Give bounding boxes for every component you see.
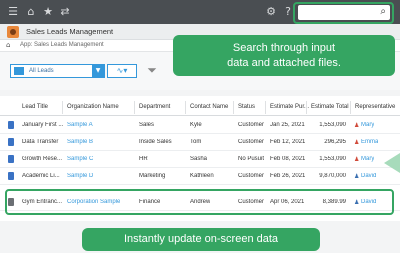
chevron-down-icon[interactable]: ▼ xyxy=(92,65,104,77)
line-graph-icon: ∿▾ xyxy=(116,66,128,75)
column-header[interactable]: Organization Name xyxy=(67,104,119,110)
cell-estimate-date: Feb 08, 2021 xyxy=(270,156,306,162)
cell-organization[interactable]: Sample D xyxy=(67,173,93,179)
user-icon: ♟ xyxy=(354,139,360,146)
cell-status: Customer xyxy=(238,122,265,128)
view-select-label: All Leads xyxy=(29,68,54,74)
cell-organization[interactable]: Sample B xyxy=(67,139,93,145)
cell-contact: Sasha xyxy=(190,156,208,162)
user-icon: ♟ xyxy=(354,156,360,163)
cell-representative[interactable]: David xyxy=(361,173,376,179)
table-row[interactable]: Data Transfer Sample B Inside Sales Tom … xyxy=(0,134,400,151)
cell-estimate-total: 296,295 xyxy=(324,139,346,145)
cell-department: Sales xyxy=(139,122,155,128)
menu-icon[interactable]: ☰ xyxy=(6,5,20,19)
cell-contact: Kyle xyxy=(190,122,202,128)
search-highlight-frame xyxy=(293,2,394,24)
app-title: Sales Leads Management xyxy=(26,27,114,36)
column-header[interactable]: Representative xyxy=(355,104,395,110)
app-icon xyxy=(7,26,19,38)
cell-estimate-date: Feb 12, 2021 xyxy=(270,139,306,145)
column-header[interactable]: Estimate Total xyxy=(311,104,349,110)
grid-view-icon xyxy=(14,67,24,75)
table-row[interactable]: Growth Rese... Sample C HR Sasha No Pusu… xyxy=(0,151,400,168)
cell-estimate-date: Feb 26, 2021 xyxy=(270,173,306,179)
table-row[interactable]: January First ... Sample A Sales Kyle Cu… xyxy=(0,117,400,134)
record-icon xyxy=(8,172,14,180)
view-select[interactable]: All Leads ▼ xyxy=(10,64,105,78)
cell-contact: Kathleen xyxy=(190,173,214,179)
cell-representative[interactable]: Mary xyxy=(361,156,374,162)
filter-button[interactable]: ⏷ xyxy=(144,62,160,78)
callout-pointer xyxy=(384,153,400,173)
column-header[interactable]: Estimate Pur... xyxy=(270,104,309,110)
cell-department: HR xyxy=(139,156,148,162)
column-divider[interactable] xyxy=(233,101,234,114)
search-callout-line1: Search through input xyxy=(232,42,336,54)
cell-representative[interactable]: Emma xyxy=(361,139,378,145)
cell-estimate-total: 9,870,000 xyxy=(319,173,346,179)
record-icon xyxy=(8,138,14,146)
star-icon[interactable]: ★ xyxy=(41,5,55,19)
update-highlight-frame xyxy=(5,189,394,215)
cell-organization[interactable]: Sample C xyxy=(67,156,93,162)
cell-lead-title: Growth Rese... xyxy=(22,156,63,162)
update-callout: Instantly update on-screen data xyxy=(82,228,320,251)
cell-organization[interactable]: Sample A xyxy=(67,122,93,128)
search-callout: Search through input data and attached f… xyxy=(173,35,395,76)
cell-lead-title: Academic Li... xyxy=(22,173,60,179)
cell-department: Marketing xyxy=(139,173,166,179)
breadcrumb-app-link[interactable]: App: Sales Leads Management xyxy=(20,42,104,48)
graph-button[interactable]: ∿▾ xyxy=(107,64,137,78)
column-divider[interactable] xyxy=(134,101,135,114)
cell-estimate-date: Jan 25, 2021 xyxy=(270,122,305,128)
filter-icon: ⏷ xyxy=(147,63,157,77)
cell-lead-title: Data Transfer xyxy=(22,139,59,145)
cell-estimate-total: 1,553,090 xyxy=(319,156,346,162)
record-icon xyxy=(8,155,14,163)
cell-lead-title: January First ... xyxy=(22,122,64,128)
gear-icon[interactable]: ⚙ xyxy=(264,5,278,19)
table-row[interactable]: Academic Li... Sample D Marketing Kathle… xyxy=(0,168,400,185)
table-header: Lead Title Organization Name Department … xyxy=(0,98,400,116)
column-divider[interactable] xyxy=(265,101,266,114)
cell-status: Customer xyxy=(238,139,265,145)
column-header[interactable]: Lead Title xyxy=(22,104,48,110)
column-header[interactable]: Contact Name xyxy=(190,104,228,110)
column-header[interactable]: Department xyxy=(139,104,170,110)
column-divider[interactable] xyxy=(306,101,307,114)
column-divider[interactable] xyxy=(62,101,63,114)
cell-representative[interactable]: Mary xyxy=(361,122,374,128)
user-icon: ♟ xyxy=(354,122,360,129)
search-callout-line2: data and attached files. xyxy=(227,57,341,69)
app-window: ☰ ⌂ ★ ⇄ ⚙ ? ⌕ Sales Leads Management ⌂ A… xyxy=(0,0,400,253)
cell-department: Inside Sales xyxy=(139,139,172,145)
cell-contact: Tom xyxy=(190,139,202,145)
cell-estimate-total: 1,553,090 xyxy=(319,122,346,128)
breadcrumb-home-icon[interactable]: ⌂ xyxy=(6,41,10,49)
home-icon[interactable]: ⌂ xyxy=(24,5,38,19)
record-icon xyxy=(8,121,14,129)
cell-status: Customer xyxy=(238,173,265,179)
column-divider[interactable] xyxy=(350,101,351,114)
user-icon: ♟ xyxy=(354,173,360,180)
column-divider[interactable] xyxy=(185,101,186,114)
cell-status: No Pusuit xyxy=(238,156,265,162)
column-header[interactable]: Status xyxy=(238,104,255,110)
swap-icon[interactable]: ⇄ xyxy=(58,5,72,19)
